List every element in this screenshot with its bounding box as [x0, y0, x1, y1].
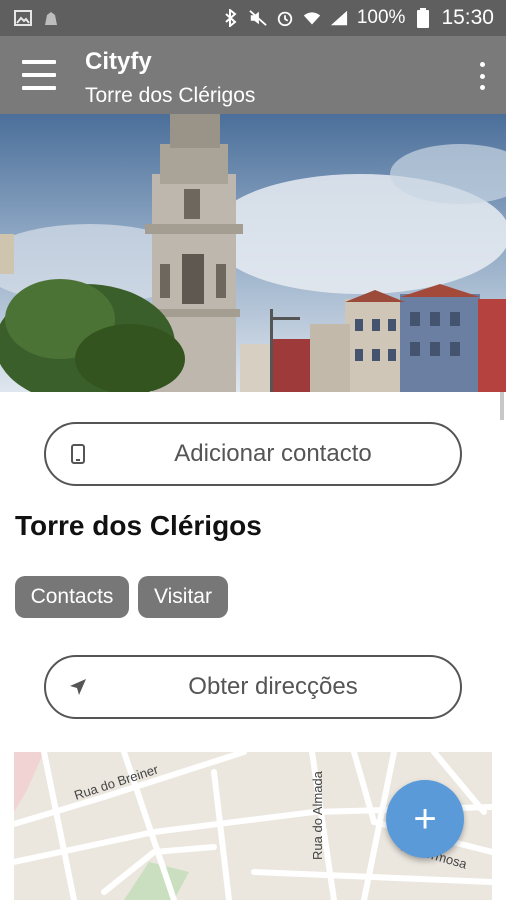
place-title: Torre dos Clérigos — [15, 510, 262, 541]
add-contact-label: Adicionar contacto — [174, 440, 372, 467]
tag-visitar[interactable]: Visitar — [138, 576, 228, 618]
hero-image — [0, 114, 506, 392]
wifi-icon — [303, 9, 321, 27]
signal-icon — [330, 9, 348, 27]
clock: 15:30 — [441, 6, 494, 29]
app-notification-icon — [42, 9, 60, 27]
navigation-arrow-icon — [46, 677, 96, 697]
status-bar: 100% 15:30 — [0, 0, 506, 36]
map-label-almada: Rua do Almada — [310, 770, 325, 860]
phone-icon — [46, 444, 96, 464]
bluetooth-icon — [222, 9, 240, 27]
app-bar: Cityfy Torre dos Clérigos — [0, 36, 506, 114]
directions-label: Obter direcções — [188, 673, 358, 700]
app-title: Cityfy — [85, 48, 152, 75]
tag-contacts[interactable]: Contacts — [15, 576, 129, 618]
add-fab-button[interactable]: + — [386, 780, 464, 858]
add-contact-button[interactable]: Adicionar contacto — [44, 422, 462, 486]
directions-button[interactable]: Obter direcções — [44, 655, 462, 719]
alarm-icon — [276, 9, 294, 27]
page-subtitle: Torre dos Clérigos — [85, 84, 256, 107]
plus-icon: + — [413, 796, 437, 841]
menu-icon[interactable] — [22, 60, 56, 90]
battery-icon — [414, 8, 432, 28]
overflow-menu-icon[interactable] — [478, 62, 486, 90]
battery-percent: 100% — [356, 7, 406, 28]
mute-icon — [249, 9, 267, 27]
scroll-indicator — [500, 392, 504, 420]
gallery-notification-icon — [14, 9, 32, 27]
